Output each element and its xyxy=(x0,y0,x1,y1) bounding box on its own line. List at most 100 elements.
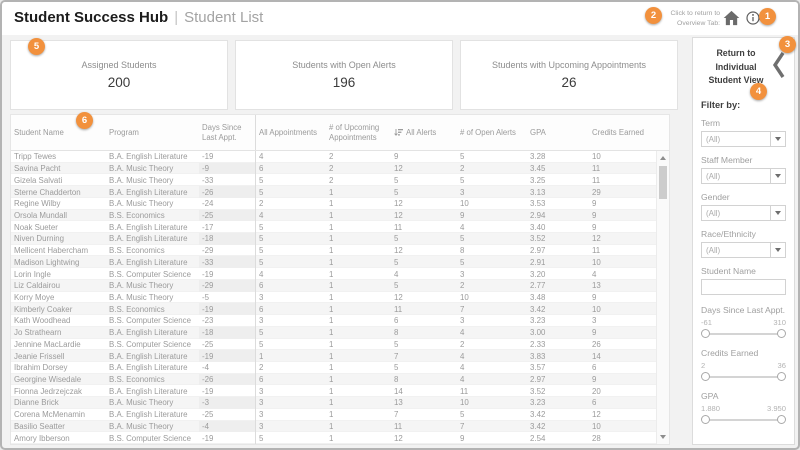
table-cell: 20 xyxy=(589,385,656,397)
filter-gpa-slider: GPA 1.880 3.950 xyxy=(701,391,786,426)
table-cell: 5 xyxy=(457,151,527,163)
table-cell: 5 xyxy=(256,174,326,186)
student-name-input[interactable] xyxy=(701,279,786,295)
table-row[interactable]: Noak SueterB.A. English Literature-17511… xyxy=(11,221,656,233)
table-row[interactable]: Amory IbbersonB.S. Computer Science-1951… xyxy=(11,432,656,444)
dropdown-button[interactable] xyxy=(770,243,785,257)
home-icon[interactable] xyxy=(723,10,740,31)
dropdown-value: (All) xyxy=(702,132,770,146)
table-cell: 28 xyxy=(589,432,656,444)
table-row[interactable]: Kimberly CoakerB.S. Economics-19611173.4… xyxy=(11,303,656,315)
column-header-all-alerts[interactable]: All Alerts xyxy=(391,115,457,150)
table-row[interactable]: Basilio SeatterB.A. Music Theory-4311173… xyxy=(11,421,656,433)
table-row[interactable]: Orsola MundallB.S. Economics-25411292.94… xyxy=(11,210,656,222)
column-header-open-alerts[interactable]: # of Open Alerts xyxy=(457,115,527,150)
table-cell: 1 xyxy=(326,292,391,304)
table-row[interactable]: Sterne ChaddertonB.A. English Literature… xyxy=(11,186,656,198)
table-row[interactable]: Tripp TewesB.A. English Literature-19429… xyxy=(11,151,656,163)
table-row[interactable]: Mellicent HaberchamB.S. Economics-295112… xyxy=(11,245,656,257)
filter-label: Race/Ethnicity xyxy=(701,229,786,239)
staff-member-dropdown[interactable]: (All) xyxy=(701,168,786,184)
scroll-up-icon[interactable] xyxy=(660,156,666,160)
table-row[interactable]: Jeanie FrissellB.A. English Literature-1… xyxy=(11,350,656,362)
column-header-credits-earned[interactable]: Credits Earned xyxy=(589,115,656,150)
dropdown-button[interactable] xyxy=(770,169,785,183)
race-ethnicity-dropdown[interactable]: (All) xyxy=(701,242,786,258)
table-cell: 5 xyxy=(391,233,457,245)
table-cell: 5 xyxy=(256,327,326,339)
table-row[interactable]: Lorin IngleB.S. Computer Science-1941433… xyxy=(11,268,656,280)
table-row[interactable]: Dianne BrickB.A. Music Theory-33113103.2… xyxy=(11,397,656,409)
table-row[interactable]: Fionna JedrzejczakB.A. English Literatur… xyxy=(11,385,656,397)
table-cell: 2.54 xyxy=(527,432,589,444)
table-row[interactable]: Gizela SalvatiB.A. Music Theory-3352553.… xyxy=(11,174,656,186)
slider-handle-min[interactable] xyxy=(701,415,710,424)
slider-handle-min[interactable] xyxy=(701,329,710,338)
slider-handle-max[interactable] xyxy=(777,415,786,424)
scrollbar-thumb[interactable] xyxy=(659,166,667,199)
kpi-upcoming-appointments[interactable]: Students with Upcoming Appointments 26 xyxy=(460,40,678,110)
column-header-program[interactable]: Program xyxy=(106,115,199,150)
table-row[interactable]: Madison LightwingB.A. English Literature… xyxy=(11,256,656,268)
table-cell: 9 xyxy=(589,198,656,210)
scroll-down-icon[interactable] xyxy=(660,435,666,439)
table-cell: Jeanie Frissell xyxy=(11,350,106,362)
column-header-days-since[interactable]: Days Since Last Appt. xyxy=(199,115,256,150)
table-cell: B.A. Music Theory xyxy=(106,198,199,210)
table-row[interactable]: Kath WoodheadB.S. Computer Science-23316… xyxy=(11,315,656,327)
table-cell: 11 xyxy=(391,421,457,433)
table-cell: 9 xyxy=(589,221,656,233)
table-row[interactable]: Regine WilbyB.A. Music Theory-242112103.… xyxy=(11,198,656,210)
table-cell: -19 xyxy=(199,303,256,315)
title-separator: | xyxy=(174,9,178,26)
table-cell: 1 xyxy=(256,350,326,362)
table-cell: 3.48 xyxy=(527,292,589,304)
table-cell: 10 xyxy=(457,198,527,210)
column-header-upcoming-appointments[interactable]: # of Upcoming Appointments xyxy=(326,115,391,150)
table-row[interactable]: Korry MoyeB.A. Music Theory-53112103.489 xyxy=(11,292,656,304)
table-cell: 2 xyxy=(256,362,326,374)
table-row[interactable]: Corena McMenaminB.A. English Literature-… xyxy=(11,409,656,421)
table-row[interactable]: Georgine WisedaleB.S. Economics-2661842.… xyxy=(11,374,656,386)
kpi-value: 200 xyxy=(108,75,131,90)
table-row[interactable]: Liz CaldairouB.A. Music Theory-2961522.7… xyxy=(11,280,656,292)
table-cell: B.A. Music Theory xyxy=(106,421,199,433)
table-cell: 2.97 xyxy=(527,245,589,257)
table-cell: 4 xyxy=(457,327,527,339)
dropdown-value: (All) xyxy=(702,243,770,257)
table-cell: 11 xyxy=(589,245,656,257)
table-cell: -19 xyxy=(199,385,256,397)
column-header-all-appointments[interactable]: All Appointments xyxy=(256,115,326,150)
table-row[interactable]: Jennine MacLardieB.S. Computer Science-2… xyxy=(11,339,656,351)
slider-handle-max[interactable] xyxy=(777,329,786,338)
slider-handle-max[interactable] xyxy=(777,372,786,381)
slider-track[interactable] xyxy=(701,414,786,426)
table-row[interactable]: Savina PachtB.A. Music Theory-9621223.45… xyxy=(11,163,656,175)
dropdown-button[interactable] xyxy=(770,132,785,146)
table-row[interactable]: Niven DurningB.A. English Literature-185… xyxy=(11,233,656,245)
table-cell: Savina Pacht xyxy=(11,163,106,175)
sort-descending-icon[interactable] xyxy=(394,128,403,137)
slider-handle-min[interactable] xyxy=(701,372,710,381)
table-row[interactable]: Ibrahim DorseyB.A. English Literature-42… xyxy=(11,362,656,374)
table-cell: 7 xyxy=(391,409,457,421)
table-cell: -26 xyxy=(199,374,256,386)
table-cell: B.A. English Literature xyxy=(106,221,199,233)
info-icon[interactable] xyxy=(746,11,760,30)
slider-track[interactable] xyxy=(701,371,786,383)
dropdown-button[interactable] xyxy=(770,206,785,220)
slider-max: 36 xyxy=(778,361,786,370)
table-cell: 3 xyxy=(589,315,656,327)
top-bar: Student Success Hub|Student List Click t… xyxy=(2,2,798,35)
kpi-open-alerts[interactable]: Students with Open Alerts 196 xyxy=(235,40,453,110)
table-cell: 4 xyxy=(391,268,457,280)
table-cell: 1 xyxy=(326,339,391,351)
slider-track[interactable] xyxy=(701,328,786,340)
table-cell: 10 xyxy=(589,151,656,163)
gender-dropdown[interactable]: (All) xyxy=(701,205,786,221)
table-scrollbar[interactable] xyxy=(656,151,669,444)
column-header-gpa[interactable]: GPA xyxy=(527,115,589,150)
return-to-individual-view-button[interactable]: Return to Individual Student View xyxy=(701,47,786,88)
term-dropdown[interactable]: (All) xyxy=(701,131,786,147)
table-row[interactable]: Jo StrathearnB.A. English Literature-185… xyxy=(11,327,656,339)
